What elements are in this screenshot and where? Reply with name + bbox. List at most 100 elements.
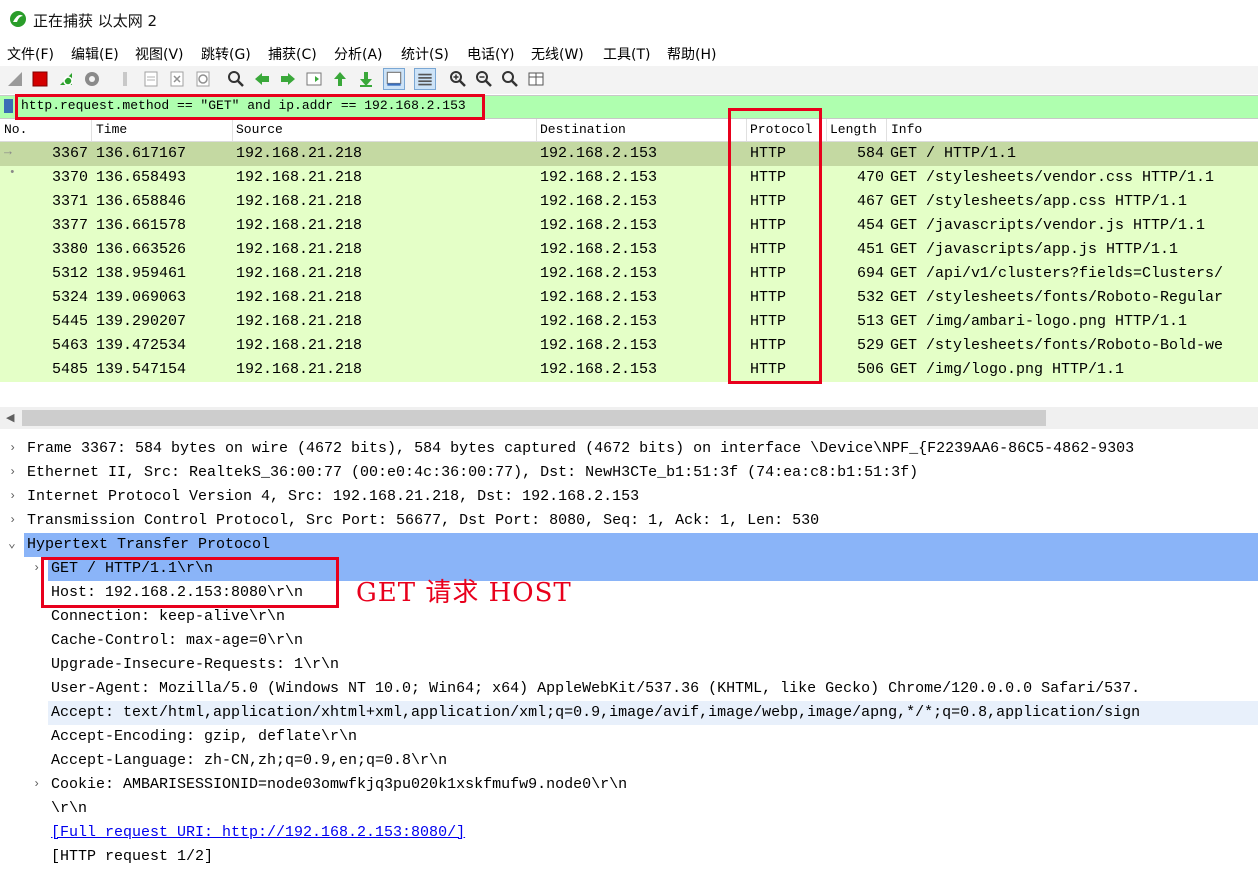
packet-info: GET /img/ambari-logo.png HTTP/1.1 (890, 313, 1188, 330)
first-packet-icon[interactable] (331, 70, 349, 88)
tree-item-label: Transmission Control Protocol, Src Port:… (27, 512, 820, 529)
expand-icon[interactable]: › (33, 561, 40, 575)
reload-file-icon[interactable] (194, 70, 212, 88)
tree-item-label: Accept-Encoding: gzip, deflate\r\n (51, 728, 358, 745)
capture-options-icon[interactable] (83, 70, 101, 88)
auto-scroll-icon[interactable] (383, 68, 405, 90)
packet-row[interactable]: 5312 138.959461 192.168.21.218 192.168.2… (0, 262, 1258, 286)
menu-tools[interactable]: 工具(T) (603, 44, 650, 64)
packet-info: GET /stylesheets/vendor.css HTTP/1.1 (890, 169, 1215, 186)
tree-item-request-index[interactable]: [HTTP request 1/2] (0, 845, 1258, 868)
tree-item-crlf[interactable]: \r\n (0, 797, 1258, 821)
packet-row[interactable]: • 3370 136.658493 192.168.21.218 192.168… (0, 166, 1258, 190)
column-separator[interactable] (886, 119, 887, 141)
tree-item-label: Ethernet II, Src: RealtekS_36:00:77 (00:… (27, 464, 919, 481)
scroll-left-icon[interactable]: ◀ (6, 411, 14, 424)
tree-item-user-agent[interactable]: User-Agent: Mozilla/5.0 (Windows NT 10.0… (0, 677, 1258, 701)
packet-length: 694 (856, 265, 884, 282)
tree-item-cache-control[interactable]: Cache-Control: max-age=0\r\n (0, 629, 1258, 653)
tree-item-upgrade-insecure[interactable]: Upgrade-Insecure-Requests: 1\r\n (0, 653, 1258, 677)
packet-length: 454 (856, 217, 884, 234)
packet-row[interactable]: 5463 139.472534 192.168.21.218 192.168.2… (0, 334, 1258, 358)
go-to-packet-icon[interactable] (305, 70, 323, 88)
colorize-icon[interactable] (414, 68, 436, 90)
packet-row[interactable]: 5485 139.547154 192.168.21.218 192.168.2… (0, 358, 1258, 382)
scrollbar-thumb[interactable] (22, 410, 1046, 426)
restart-capture-icon[interactable] (57, 70, 75, 88)
save-file-icon[interactable] (142, 70, 160, 88)
menu-analyze[interactable]: 分析(A) (334, 44, 383, 64)
tree-item-ipv4[interactable]: › Internet Protocol Version 4, Src: 192.… (0, 485, 1258, 509)
tree-item-accept-encoding[interactable]: Accept-Encoding: gzip, deflate\r\n (0, 725, 1258, 749)
title-bar: 正在捕获 以太网 2 (0, 0, 1258, 40)
collapse-icon[interactable]: ⌄ (8, 536, 16, 551)
column-length[interactable]: Length (830, 122, 877, 137)
tree-item-frame[interactable]: › Frame 3367: 584 bytes on wire (4672 bi… (0, 437, 1258, 461)
tree-item-label: \r\n (51, 800, 88, 817)
column-separator[interactable] (536, 119, 537, 141)
go-back-icon[interactable] (253, 70, 271, 88)
packet-info: GET /stylesheets/fonts/Roboto-Bold-we (890, 337, 1224, 354)
tree-item-cookie[interactable]: › Cookie: AMBARISESSIONID=node03omwfkjq3… (0, 773, 1258, 797)
packet-no: 5445 (51, 313, 88, 330)
column-destination[interactable]: Destination (540, 122, 626, 137)
menu-wireless[interactable]: 无线(W) (531, 44, 584, 64)
expand-icon[interactable]: › (9, 513, 16, 527)
menu-statistics[interactable]: 统计(S) (401, 44, 449, 64)
full-request-uri-link[interactable]: [Full request URI: http://192.168.2.153:… (51, 824, 465, 841)
expand-icon[interactable]: › (33, 777, 40, 791)
normal-size-icon[interactable] (501, 70, 519, 88)
menu-edit[interactable]: 编辑(E) (71, 44, 119, 64)
packet-info: GET /img/logo.png HTTP/1.1 (890, 361, 1125, 378)
zoom-in-icon[interactable] (449, 70, 467, 88)
shark-fin-start-icon[interactable] (6, 70, 24, 88)
menu-telephony[interactable]: 电话(Y) (467, 44, 514, 64)
column-info[interactable]: Info (891, 122, 922, 137)
go-forward-icon[interactable] (279, 70, 297, 88)
filter-bookmark-icon[interactable] (4, 99, 13, 113)
zoom-out-icon[interactable] (475, 70, 493, 88)
column-separator[interactable] (232, 119, 233, 141)
packet-row[interactable]: → 3367 136.617167 192.168.21.218 192.168… (0, 142, 1258, 166)
expand-icon[interactable]: › (9, 489, 16, 503)
menu-go[interactable]: 跳转(G) (201, 44, 251, 64)
packet-length: 470 (856, 169, 884, 186)
column-source[interactable]: Source (236, 122, 283, 137)
packet-time: 136.658846 (96, 193, 187, 210)
menu-view[interactable]: 视图(V) (135, 44, 184, 64)
menu-help[interactable]: 帮助(H) (667, 44, 716, 64)
column-time[interactable]: Time (96, 122, 127, 137)
tree-item-full-uri[interactable]: [Full request URI: http://192.168.2.153:… (0, 821, 1258, 845)
packet-row[interactable]: 5324 139.069063 192.168.21.218 192.168.2… (0, 286, 1258, 310)
tree-item-tcp[interactable]: › Transmission Control Protocol, Src Por… (0, 509, 1258, 533)
packet-row[interactable]: 3371 136.658846 192.168.21.218 192.168.2… (0, 190, 1258, 214)
tree-item-http[interactable]: Hypertext Transfer Protocol (24, 533, 1258, 557)
tree-item-accept[interactable]: Accept: text/html,application/xhtml+xml,… (48, 701, 1258, 725)
packet-row[interactable]: 3380 136.663526 192.168.21.218 192.168.2… (0, 238, 1258, 262)
menu-capture[interactable]: 捕获(C) (268, 44, 317, 64)
tree-item-connection[interactable]: Connection: keep-alive\r\n (0, 605, 1258, 629)
packet-source: 192.168.21.218 (236, 217, 363, 234)
tree-item-ethernet[interactable]: › Ethernet II, Src: RealtekS_36:00:77 (0… (0, 461, 1258, 485)
packet-source: 192.168.21.218 (236, 361, 363, 378)
close-file-icon[interactable] (168, 70, 186, 88)
column-separator[interactable] (826, 119, 827, 141)
last-packet-icon[interactable] (357, 70, 375, 88)
open-file-icon[interactable] (116, 70, 134, 88)
window-title: 正在捕获 以太网 2 (33, 12, 158, 30)
column-separator[interactable] (91, 119, 92, 141)
tree-item-label: Accept: text/html,application/xhtml+xml,… (51, 704, 1141, 721)
resize-columns-icon[interactable] (527, 70, 545, 88)
packet-list-hscrollbar[interactable]: ◀ (0, 407, 1258, 429)
packet-no: 3370 (51, 169, 88, 186)
packet-destination: 192.168.2.153 (540, 289, 658, 306)
expand-icon[interactable]: › (9, 465, 16, 479)
tree-item-accept-language[interactable]: Accept-Language: zh-CN,zh;q=0.9,en;q=0.8… (0, 749, 1258, 773)
stop-capture-icon[interactable] (31, 70, 49, 88)
menu-file[interactable]: 文件(F) (7, 44, 54, 64)
expand-icon[interactable]: › (9, 441, 16, 455)
column-no[interactable]: No. (4, 122, 27, 137)
packet-row[interactable]: 3377 136.661578 192.168.21.218 192.168.2… (0, 214, 1258, 238)
find-packet-icon[interactable] (227, 70, 245, 88)
packet-row[interactable]: 5445 139.290207 192.168.21.218 192.168.2… (0, 310, 1258, 334)
